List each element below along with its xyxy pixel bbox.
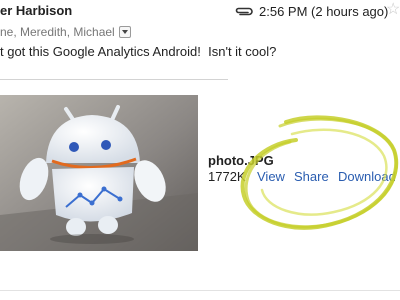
message-meta: 2:56 PM (2 hours ago) (234, 2, 388, 20)
share-link[interactable]: Share (294, 169, 329, 184)
attachment-thumbnail[interactable] (0, 95, 198, 251)
message-bottom-divider (0, 290, 400, 291)
recipients-list: ne, Meredith, Michael (0, 25, 115, 39)
attachment-divider (0, 79, 228, 80)
view-link[interactable]: View (257, 169, 285, 184)
message-body: t got this Google Analytics Android! Isn… (0, 44, 277, 59)
chevron-down-icon (121, 30, 128, 34)
show-details-button[interactable] (118, 26, 131, 38)
attachment-size: 1772K (208, 169, 246, 184)
attachment-filename: photo.JPG (208, 153, 274, 168)
sender-name[interactable]: er Harbison (0, 3, 72, 18)
download-link[interactable]: Download (338, 169, 396, 184)
star-icon[interactable]: ☆ (386, 1, 400, 19)
paperclip-icon (234, 5, 254, 17)
message-timestamp: 2:56 PM (2 hours ago) (259, 3, 389, 19)
recipients-row: ne, Meredith, Michael (0, 24, 131, 40)
